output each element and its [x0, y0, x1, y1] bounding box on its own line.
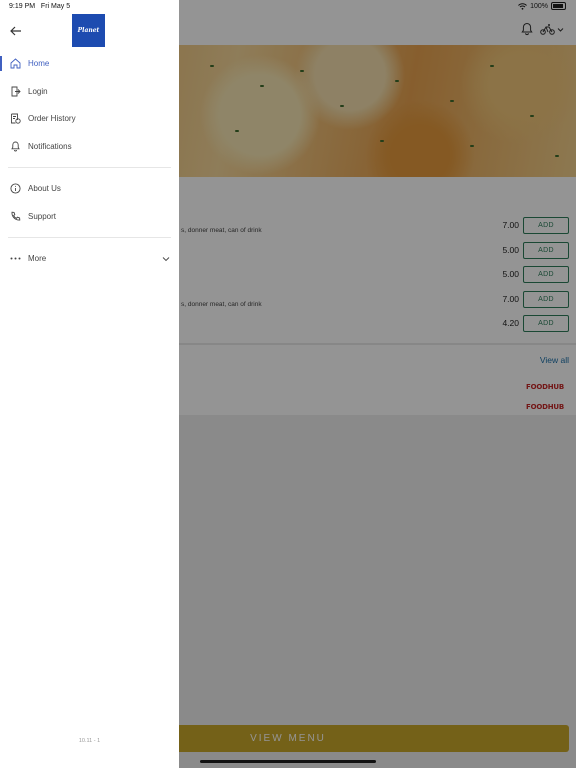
menu-item-label: Home	[28, 59, 50, 69]
chevron-down-icon	[162, 256, 170, 261]
bell-icon	[11, 141, 20, 152]
restaurant-logo: Planet	[72, 14, 105, 47]
status-indicators: 100%	[518, 2, 566, 10]
more-dots-icon	[10, 257, 21, 260]
back-arrow-icon[interactable]	[9, 24, 23, 38]
menu-item-label: Login	[28, 86, 48, 96]
side-drawer: Planet Home Login Order History Notifica…	[0, 0, 179, 768]
menu-item-label: More	[28, 254, 47, 264]
menu-divider	[8, 237, 171, 238]
drawer-menu: Home Login Order History Notifications A…	[0, 50, 179, 273]
menu-item-label: About Us	[28, 184, 61, 194]
menu-item-more[interactable]: More	[0, 245, 179, 273]
menu-item-home[interactable]: Home	[0, 50, 179, 78]
info-icon	[10, 183, 21, 194]
logo-text: Planet	[77, 27, 100, 34]
home-indicator	[200, 760, 376, 763]
menu-item-support[interactable]: Support	[0, 203, 179, 231]
menu-item-label: Support	[28, 211, 57, 221]
order-history-icon	[11, 113, 21, 124]
menu-item-label: Notifications	[28, 141, 72, 151]
status-clock: 9:19 PM	[9, 3, 36, 10]
menu-divider	[8, 167, 171, 168]
status-bar: 9:19 PM Fri May 5 100%	[0, 0, 576, 14]
status-time: 9:19 PM Fri May 5	[9, 3, 70, 10]
phone-icon	[11, 211, 21, 221]
home-icon	[10, 58, 21, 69]
app-version: 10.11 - 1	[78, 738, 101, 744]
status-date: Fri May 5	[40, 3, 71, 10]
wifi-icon	[518, 2, 527, 10]
login-icon	[11, 86, 21, 97]
menu-item-login[interactable]: Login	[0, 78, 179, 106]
menu-item-order-history[interactable]: Order History	[0, 105, 179, 133]
menu-item-about-us[interactable]: About Us	[0, 175, 179, 203]
menu-item-label: Order History	[28, 114, 76, 124]
battery-percent: 100%	[530, 2, 548, 10]
battery-icon	[551, 2, 566, 10]
menu-item-notifications[interactable]: Notifications	[0, 133, 179, 161]
